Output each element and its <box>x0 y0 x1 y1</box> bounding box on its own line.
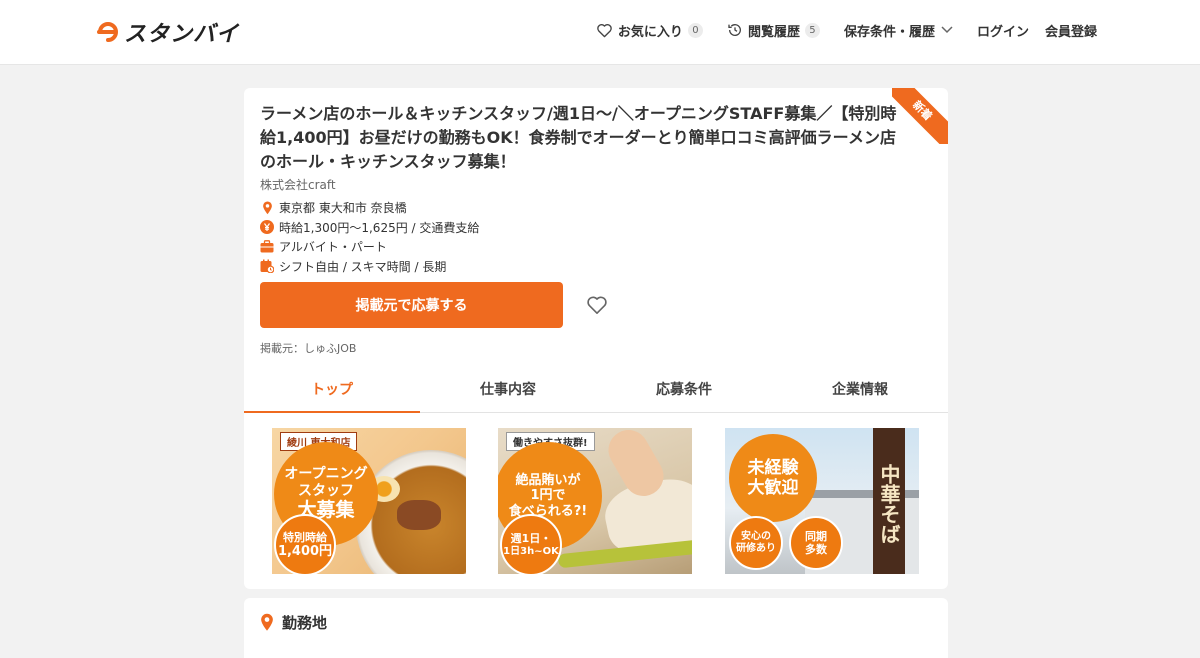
tab-company-info[interactable]: 企業情報 <box>772 368 948 412</box>
company-name[interactable]: 株式会社craft <box>260 176 336 193</box>
header-nav: お気に入り 0 閲覧履歴 5 保存条件・履歴 ログイン 会員登録 <box>596 19 1097 41</box>
photo3-headline2: 大歓迎 <box>747 478 799 498</box>
shift-row: シフト自由 / スキマ時間 / 長期 <box>260 257 479 277</box>
shop-sign: 中華そば <box>873 428 905 574</box>
register-link[interactable]: 会員登録 <box>1045 21 1097 40</box>
photo-ramen[interactable]: 綾川 東大和店 オープニング スタッフ 大募集 特別時給 1,400円 <box>272 428 466 574</box>
photo2-circle2: 1日3h~OK <box>503 545 559 557</box>
photo3-peers-circle: 同期 多数 <box>789 516 843 570</box>
heart-icon <box>597 23 612 37</box>
favorites-link[interactable]: お気に入り 0 <box>596 21 703 40</box>
yen-icon <box>260 220 274 235</box>
work-location-heading: 勤務地 <box>260 612 327 633</box>
calendar-clock-icon <box>260 259 274 274</box>
shop-sign-text: 中華そば <box>877 464 901 544</box>
job-title: ラーメン店のホール＆キッチンスタッフ/週1日～/＼オープニングSTAFF募集／【… <box>260 104 897 171</box>
saved-conditions-dropdown[interactable]: 保存条件・履歴 <box>844 21 953 40</box>
history-count-badge: 5 <box>804 22 820 38</box>
photo3-circle-b1: 同期 <box>805 529 827 543</box>
photo1-circle1: 特別時給 <box>283 530 327 544</box>
chashu-graphic <box>397 500 441 530</box>
heart-outline-icon <box>587 296 607 314</box>
photo1-headline2: スタッフ <box>298 482 354 499</box>
photo1-wage-circle: 特別時給 1,400円 <box>274 514 336 574</box>
login-link[interactable]: ログイン <box>977 21 1029 40</box>
site-logo[interactable]: スタンバイ <box>94 16 239 48</box>
tab-job-description[interactable]: 仕事内容 <box>420 368 596 412</box>
work-location-section: 勤務地 <box>244 598 948 658</box>
logo-text: スタンバイ <box>124 22 240 47</box>
history-icon <box>728 24 741 36</box>
salary-text: 時給1,300円～1,625円 / 交通費支給 <box>279 220 480 235</box>
apply-button[interactable]: 掲載元で応募する <box>260 282 563 328</box>
photo3-circle-a1: 安心の <box>741 531 771 542</box>
photo1-circle2: 1,400円 <box>277 543 333 559</box>
favorites-count-badge: 0 <box>687 22 703 38</box>
chevron-down-icon <box>941 26 953 34</box>
photo-noodle-making[interactable]: 働きやすさ抜群! 絶品賄いが 1円で 食べられる?! 週1日・ 1日3h~OK <box>498 428 692 574</box>
photo3-circle-a2: 研修あり <box>736 543 776 554</box>
briefcase-icon <box>260 240 274 253</box>
photo3-headline-circle: 未経験 大歓迎 <box>729 434 817 522</box>
location-row: 東京都 東大和市 奈良橋 <box>260 198 479 218</box>
location-pin-icon <box>262 201 272 214</box>
job-meta: 東京都 東大和市 奈良橋 時給1,300円～1,625円 / 交通費支給 アルバ… <box>260 198 479 276</box>
employment-text: アルバイト・パート <box>279 240 387 255</box>
listing-source: 掲載元：しゅふJOB <box>260 342 357 355</box>
favorites-label: お気に入り <box>617 24 683 40</box>
photo2-hours-circle: 週1日・ 1日3h~OK <box>500 514 562 574</box>
job-card: 新着 ラーメン店のホール＆キッチンスタッフ/週1日～/＼オープニングSTAFF募… <box>244 88 948 589</box>
shift-text: シフト自由 / スキマ時間 / 長期 <box>279 259 447 274</box>
location-pin-icon <box>261 613 273 631</box>
photo2-headline2: 1円で <box>530 488 566 504</box>
photo-gallery: 綾川 東大和店 オープニング スタッフ 大募集 特別時給 1,400円 働きやす… <box>272 428 922 574</box>
tab-requirements[interactable]: 応募条件 <box>596 368 772 412</box>
photo-storefront[interactable]: 中華そば 未経験 大歓迎 安心の 研修あり 同期 多数 <box>725 428 919 574</box>
site-header: スタンバイ お気に入り 0 閲覧履歴 5 保存条件・履歴 ログイン 会員登録 <box>0 0 1200 65</box>
photo3-circle-b2: 多数 <box>805 543 827 556</box>
employment-row: アルバイト・パート <box>260 237 479 257</box>
tab-top[interactable]: トップ <box>244 368 420 413</box>
logo-mark-icon <box>97 22 118 42</box>
history-label: 閲覧履歴 <box>747 24 800 40</box>
register-label: 会員登録 <box>1044 24 1097 40</box>
history-link[interactable]: 閲覧履歴 5 <box>727 21 820 40</box>
photo3-training-circle: 安心の 研修あり <box>729 516 783 570</box>
photo2-circle1: 週1日・ <box>510 532 552 546</box>
favorite-button[interactable] <box>584 293 610 317</box>
work-location-title: 勤務地 <box>282 614 328 632</box>
photo1-headline1: オープニング <box>284 465 368 482</box>
location-text: 東京都 東大和市 奈良橋 <box>279 201 407 216</box>
login-label: ログイン <box>976 24 1029 40</box>
job-tabs: トップ 仕事内容 応募条件 企業情報 <box>244 368 948 413</box>
photo2-headline1: 絶品賄いが <box>515 472 581 488</box>
salary-row: 時給1,300円～1,625円 / 交通費支給 <box>260 218 479 238</box>
saved-label: 保存条件・履歴 <box>843 24 935 40</box>
photo3-headline1: 未経験 <box>747 457 799 478</box>
